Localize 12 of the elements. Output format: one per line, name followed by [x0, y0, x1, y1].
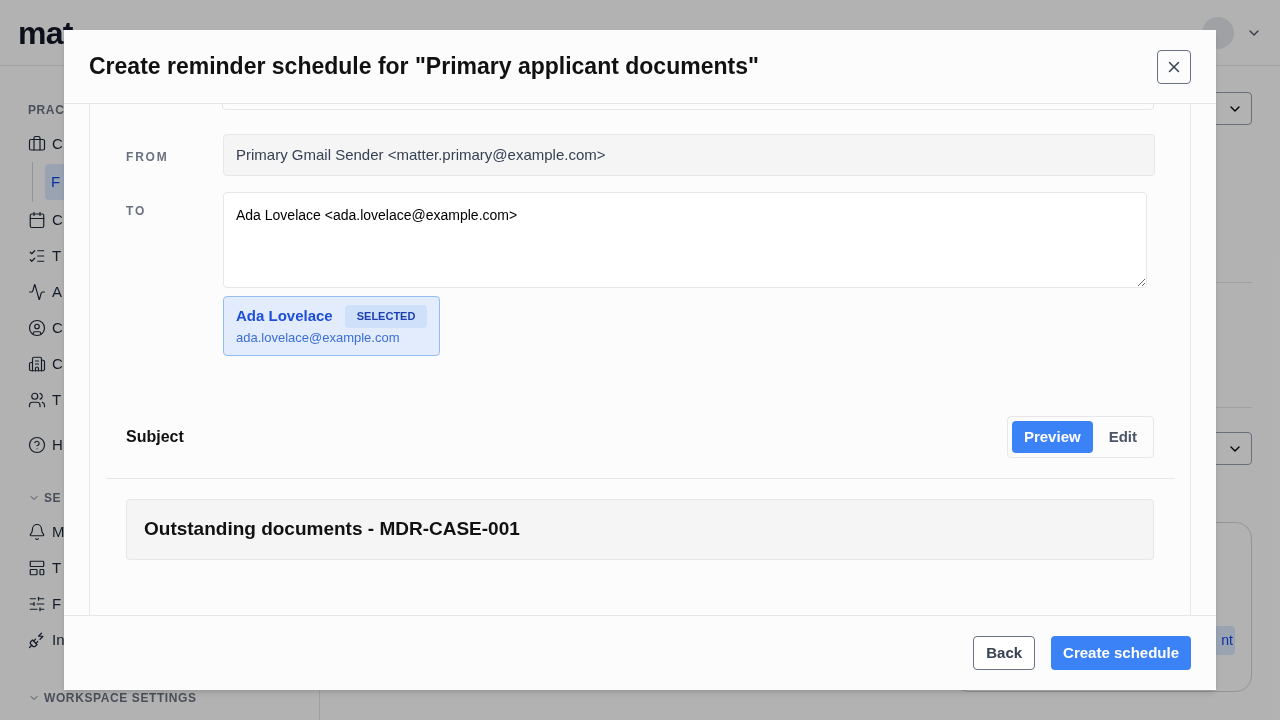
field-label: TO [126, 203, 148, 220]
section-heading: WORKSPACE SETTINGS [44, 690, 197, 707]
selected-tag: SELECTED [344, 305, 428, 328]
subject-preview: Outstanding documents - MDR-CASE-001 [126, 499, 1154, 560]
dialog-title: Create reminder schedule for "Primary applicant documents" [89, 52, 760, 82]
recipient-name: Ada Lovelace [236, 306, 333, 326]
section-heading: PRAC [28, 102, 65, 119]
recipient-email: ada.lovelace@example.com [236, 328, 401, 347]
field-label: FROM [126, 149, 170, 166]
subject-label: Subject [126, 427, 185, 447]
from-field: Primary Gmail Sender <matter.primary@example.com> [223, 134, 1155, 176]
section-heading: SE [44, 490, 62, 507]
